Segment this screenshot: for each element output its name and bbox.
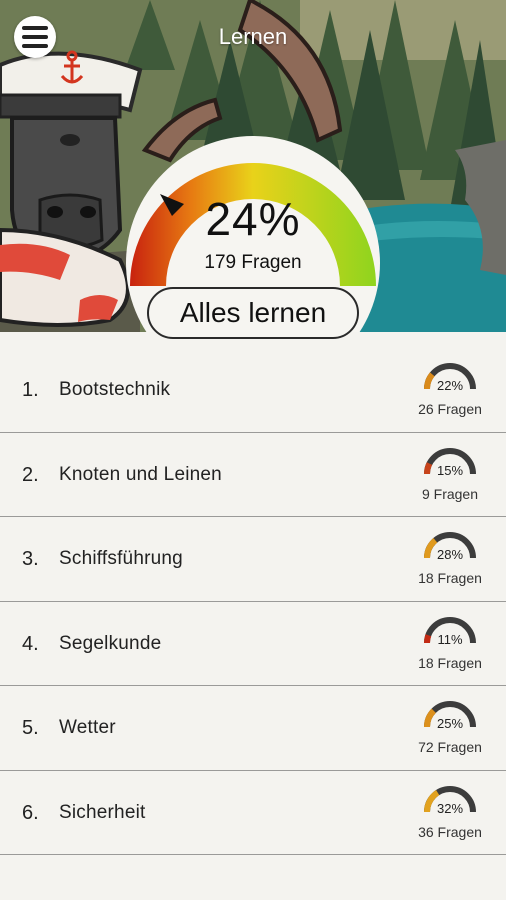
learn-all-button[interactable]: Alles lernen [147, 287, 359, 339]
item-percent: 15% [436, 462, 464, 478]
list-item[interactable]: 3. Schiffsführung 28% 18 Fragen [0, 517, 506, 602]
progress-mini-gauge: 32% 36 Fragen [416, 782, 484, 846]
item-number: 3. [22, 548, 39, 570]
page-title: Lernen [218, 24, 288, 49]
progress-mini-gauge: 11% 18 Fragen [416, 613, 484, 677]
list-item[interactable]: 4. Segelkunde 11% 18 Fragen [0, 602, 506, 686]
overall-percent: 24% [205, 193, 301, 245]
list-item[interactable]: 5. Wetter 25% 72 Fragen [0, 686, 506, 771]
progress-mini-gauge: 15% 9 Fragen [416, 444, 484, 508]
item-number: 5. [22, 717, 39, 739]
category-list: 1. Bootstechnik 22% 26 Fragen 2. Knoten … [0, 348, 506, 855]
item-question-count: 26 Fragen [418, 401, 482, 417]
item-title: Knoten und Leinen [59, 463, 222, 485]
item-title: Schiffsführung [59, 548, 183, 569]
item-percent: 11% [437, 631, 463, 647]
item-number: 2. [22, 463, 39, 486]
item-question-count: 18 Fragen [418, 570, 482, 586]
item-title: Wetter [59, 717, 116, 738]
item-number: 1. [22, 379, 39, 401]
item-title: Bootstechnik [59, 379, 171, 400]
item-percent: 25% [436, 716, 464, 731]
item-percent: 32% [436, 800, 464, 816]
item-number: 6. [22, 801, 39, 824]
progress-mini-gauge: 22% 26 Fragen [416, 359, 484, 423]
item-question-count: 36 Fragen [418, 823, 482, 840]
progress-mini-gauge: 25% 72 Fragen [416, 697, 484, 761]
item-percent: 28% [436, 547, 464, 562]
item-question-count: 72 Fragen [418, 739, 482, 755]
list-item[interactable]: 1. Bootstechnik 22% 26 Fragen [0, 348, 506, 433]
list-item[interactable]: 2. Knoten und Leinen 15% 9 Fragen [0, 433, 506, 517]
item-number: 4. [22, 632, 39, 655]
progress-mini-gauge: 28% 18 Fragen [416, 528, 484, 592]
item-question-count: 9 Fragen [421, 485, 479, 502]
item-percent: 22% [436, 378, 464, 393]
item-title: Segelkunde [59, 632, 162, 654]
list-item[interactable]: 6. Sicherheit 32% 36 Fragen [0, 771, 506, 855]
item-title: Sicherheit [59, 801, 146, 823]
overall-question-count: 179 Fragen [204, 252, 302, 273]
item-question-count: 18 Fragen [418, 654, 482, 671]
